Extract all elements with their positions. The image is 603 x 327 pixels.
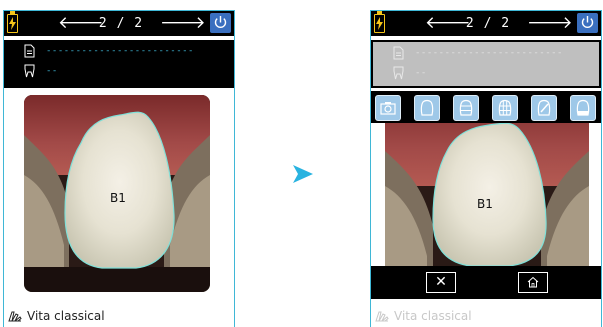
bottom-bar: ✕: [371, 266, 601, 299]
shade-guide-label: Vita classical: [394, 309, 472, 323]
document-text: -------------------------: [46, 46, 194, 56]
tooth-photo: B1: [24, 95, 210, 292]
close-icon: ✕: [435, 274, 447, 290]
tooth-icon: [24, 64, 35, 78]
tooth-incisal-button[interactable]: [570, 95, 596, 121]
tooth-thirds-icon: [459, 99, 473, 116]
close-button[interactable]: ✕: [426, 272, 456, 293]
tooth-outline-icon: [420, 99, 434, 116]
tooth-grid-icon: [498, 99, 512, 116]
shade-guide-footer: Vita classical: [8, 309, 105, 323]
tooth-thirds-button[interactable]: [453, 95, 479, 121]
home-icon: [527, 276, 539, 288]
power-icon: [581, 16, 594, 28]
camera-icon: [380, 102, 396, 115]
battery-icon: [374, 11, 385, 33]
page-indicator: 2 / 2: [98, 16, 144, 31]
shade-label: B1: [110, 191, 126, 205]
info-panel: ------------------------- --: [371, 40, 601, 88]
info-panel: ------------------------- --: [4, 40, 234, 88]
device-screen-tools: 🡐 2 / 2 🡒 ------------------------- -- B…: [370, 10, 602, 327]
home-button[interactable]: [518, 272, 548, 293]
arrow-right-icon: [293, 165, 313, 183]
tool-bar: [371, 91, 601, 123]
top-bar: 🡐 2 / 2 🡒: [371, 11, 601, 36]
power-icon: [214, 16, 227, 28]
shade-guide-label: Vita classical: [27, 309, 105, 323]
tooth-edit-button[interactable]: [531, 95, 557, 121]
next-arrow-icon[interactable]: 🡒: [527, 13, 573, 33]
tooth-edit-icon: [537, 99, 551, 116]
document-text: -------------------------: [415, 48, 563, 58]
tooth-outline-button[interactable]: [414, 95, 440, 121]
shade-guide-icon: [8, 311, 22, 322]
shade-label: B1: [477, 197, 493, 211]
shade-guide-footer: Vita classical: [375, 309, 472, 323]
shade-guide-icon: [375, 311, 389, 322]
power-button[interactable]: [210, 13, 231, 33]
top-bar: 🡐 2 / 2 🡒: [4, 11, 234, 36]
tooth-text: --: [46, 66, 58, 76]
document-icon: [24, 44, 35, 58]
battery-icon: [7, 11, 18, 33]
camera-button[interactable]: [375, 95, 401, 121]
next-arrow-icon[interactable]: 🡒: [160, 13, 206, 33]
power-button[interactable]: [577, 13, 598, 33]
page-indicator: 2 / 2: [465, 16, 511, 31]
tooth-incisal-icon: [576, 99, 590, 116]
tooth-icon: [393, 66, 404, 80]
tooth-grid-button[interactable]: [492, 95, 518, 121]
device-screen-preview: 🡐 2 / 2 🡒 ------------------------- -- B…: [3, 10, 235, 327]
document-icon: [393, 46, 404, 60]
tooth-text: --: [415, 68, 427, 78]
